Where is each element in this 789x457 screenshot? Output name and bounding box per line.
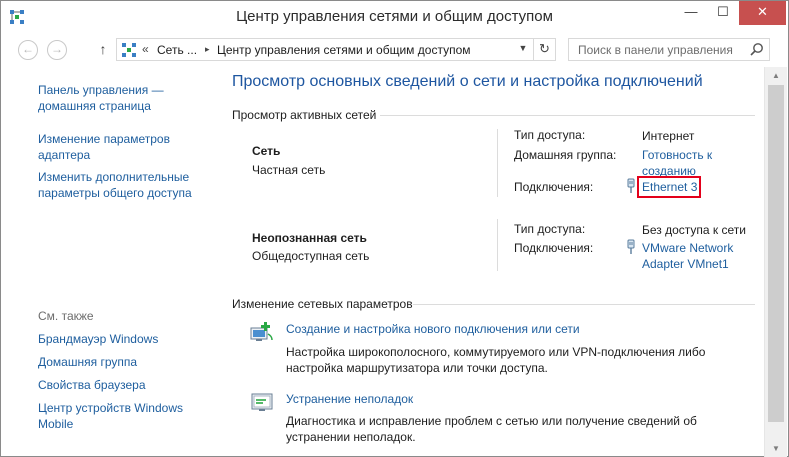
see-also-heading: См. также [38, 309, 94, 323]
new-connection-description: Настройка широкополосного, коммутируемог… [286, 344, 705, 376]
sidebar-item-advanced-sharing[interactable]: Изменить дополнительные параметры общего… [38, 169, 192, 201]
search-icon[interactable] [749, 42, 764, 57]
divider [497, 219, 498, 271]
troubleshoot-link[interactable]: Устранение неполадок [286, 392, 413, 406]
description-line: настройка маршрутизатора или точки досту… [286, 361, 548, 375]
network-type: Частная сеть [252, 163, 326, 177]
network-name: Неопознанная сеть [252, 231, 367, 245]
minimize-button[interactable]: — [675, 1, 707, 25]
sidebar-item-mobile-device-center[interactable]: Центр устройств Windows Mobile [38, 400, 183, 432]
breadcrumb-network-center[interactable]: Центр управления сетями и общим доступом [217, 43, 471, 57]
vmware-adapter-link[interactable]: VMware Network Adapter VMnet1 [642, 240, 733, 272]
network-type: Общедоступная сеть [252, 249, 370, 263]
page-title: Просмотр основных сведений о сети и наст… [232, 73, 703, 90]
control-panel-icon [122, 43, 136, 57]
scroll-up-button[interactable]: ▲ [765, 67, 787, 84]
highlight-box [637, 176, 701, 198]
address-dropdown-icon[interactable]: ▼ [513, 38, 533, 61]
breadcrumb-separator-icon[interactable]: ▸ [205, 44, 210, 55]
network-name: Сеть [252, 144, 281, 158]
description-line: Настройка широкополосного, коммутируемог… [286, 345, 706, 359]
connections-label: Подключения: [514, 180, 594, 194]
sidebar-item-home[interactable]: Панель управления — домашняя страница [38, 82, 164, 114]
ethernet-icon [627, 178, 635, 193]
breadcrumb-overflow-icon[interactable]: « [142, 42, 149, 56]
access-type-label: Тип доступа: [514, 222, 586, 236]
up-button[interactable]: ↑ [95, 41, 111, 59]
refresh-button[interactable]: ↻ [533, 38, 555, 61]
sidebar-item-homegroup[interactable]: Домашняя группа [38, 354, 137, 370]
sidebar-item-firewall[interactable]: Брандмауэр Windows [38, 331, 158, 347]
connections-label: Подключения: [514, 241, 594, 255]
address-bar[interactable]: « Сеть ... ▸ Центр управления сетями и о… [116, 38, 556, 61]
vertical-scrollbar[interactable]: ▲ ▼ [764, 67, 787, 457]
sidebar-item-label: Панель управления — [38, 83, 164, 97]
active-networks-title: Просмотр активных сетей [232, 108, 377, 122]
search-input[interactable]: Поиск в панели управления [568, 38, 770, 61]
vmware-adapter-link-text: VMware Network [642, 241, 734, 255]
change-settings-title: Изменение сетевых параметров [232, 297, 413, 311]
homegroup-link[interactable]: Готовность к созданию [642, 147, 712, 179]
divider [497, 129, 498, 197]
search-placeholder: Поиск в панели управления [578, 43, 733, 57]
vmware-adapter-link-text: Adapter VMnet1 [642, 257, 729, 271]
window: Центр управления сетями и общим доступом… [0, 0, 789, 457]
description-line: устранении неполадок. [286, 430, 416, 444]
sidebar-item-label: Mobile [38, 417, 74, 431]
sidebar-item-label: Центр устройств Windows [38, 401, 183, 415]
breadcrumb-network[interactable]: Сеть ... [157, 43, 197, 57]
main-content: Просмотр основных сведений о сети и наст… [215, 67, 763, 457]
close-button[interactable]: ✕ [739, 1, 786, 25]
divider [380, 115, 755, 116]
forward-button[interactable]: → [47, 40, 67, 60]
sidebar-item-label: Изменить дополнительные [38, 170, 190, 184]
homegroup-label: Домашняя группа: [514, 148, 617, 162]
access-type-value: Без доступа к сети [642, 223, 746, 237]
new-connection-icon [250, 322, 273, 341]
maximize-button[interactable]: ☐ [707, 1, 739, 25]
ethernet-icon [627, 239, 635, 254]
back-button[interactable]: ← [18, 40, 38, 60]
divider [413, 304, 755, 305]
title-bar: Центр управления сетями и общим доступом… [1, 1, 788, 33]
scroll-thumb[interactable] [768, 85, 784, 422]
sidebar-item-adapter-settings[interactable]: Изменение параметров адаптера [38, 131, 170, 163]
sidebar-item-label: параметры общего доступа [38, 186, 192, 200]
sidebar-item-label: домашняя страница [38, 99, 151, 113]
troubleshoot-description: Диагностика и исправление проблем с сеть… [286, 413, 697, 445]
access-type-value: Интернет [642, 129, 695, 143]
homegroup-link-text: Готовность к [642, 148, 713, 162]
sidebar: Панель управления — домашняя страница Из… [2, 67, 215, 457]
description-line: Диагностика и исправление проблем с сеть… [286, 414, 697, 428]
sidebar-item-label: Изменение параметров [38, 132, 170, 146]
sidebar-item-browser-properties[interactable]: Свойства браузера [38, 377, 146, 393]
access-type-label: Тип доступа: [514, 128, 586, 142]
troubleshoot-icon [251, 393, 273, 411]
new-connection-link[interactable]: Создание и настройка нового подключения … [286, 322, 580, 336]
sidebar-item-label: адаптера [38, 148, 91, 162]
scroll-down-button[interactable]: ▼ [765, 440, 787, 457]
navigation-bar: ← → ↑ « Сеть ... ▸ Центр управления сетя… [1, 33, 788, 67]
window-title: Центр управления сетями и общим доступом [236, 8, 553, 25]
